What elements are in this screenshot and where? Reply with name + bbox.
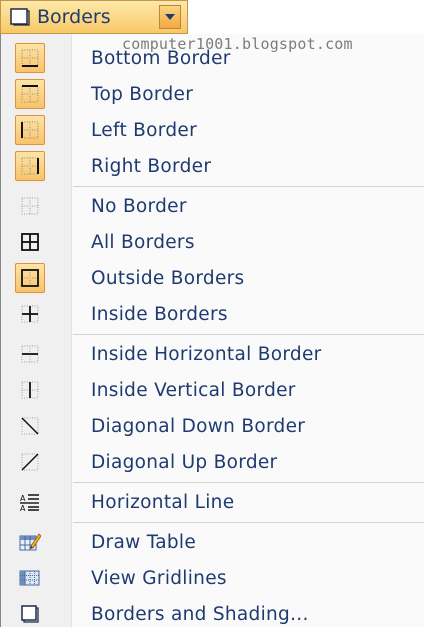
menu-item-diagonal-down-border[interactable]: Diagonal Down Border — [1, 408, 423, 444]
borders-button-label: Borders — [37, 6, 111, 28]
menu-item-label: Right Border — [91, 155, 212, 177]
horizontal-line-icon: A A — [15, 487, 45, 517]
menu-item-label: Diagonal Up Border — [91, 451, 278, 473]
menu-separator — [73, 334, 424, 335]
diagonal-down-border-icon — [15, 411, 45, 441]
menu-item-borders-and-shading[interactable]: Borders and Shading... — [1, 596, 423, 627]
inside-horizontal-border-icon — [15, 339, 45, 369]
inside-borders-icon — [15, 299, 45, 329]
top-border-icon — [15, 79, 45, 109]
menu-item-label: Inside Borders — [91, 303, 228, 325]
menu-separator — [73, 186, 424, 187]
menu-item-draw-table[interactable]: Draw Table — [1, 524, 423, 560]
borders-dropdown-arrow[interactable] — [159, 5, 181, 29]
svg-text:A: A — [20, 494, 26, 503]
menu-item-inside-horizontal-border[interactable]: Inside Horizontal Border — [1, 336, 423, 372]
borders-and-shading-icon — [15, 599, 45, 627]
menu-item-label: Inside Horizontal Border — [91, 343, 322, 365]
menu-item-left-border[interactable]: Left Border — [1, 112, 423, 148]
menu-item-label: View Gridlines — [91, 567, 227, 589]
menu-item-diagonal-up-border[interactable]: Diagonal Up Border — [1, 444, 423, 480]
menu-item-no-border[interactable]: No Border — [1, 188, 423, 224]
borders-menu-screen: Borders computer1001.blogspot.com Bottom… — [0, 0, 424, 627]
all-borders-icon — [15, 227, 45, 257]
menu-item-label: Diagonal Down Border — [91, 415, 306, 437]
borders-and-shading-icon — [9, 7, 31, 27]
menu-item-label: Borders and Shading... — [91, 603, 309, 625]
bottom-border-icon — [15, 43, 45, 73]
borders-split-button[interactable]: Borders — [0, 0, 188, 34]
menu-item-label: Inside Vertical Border — [91, 379, 296, 401]
no-border-icon — [15, 191, 45, 221]
left-border-icon — [15, 115, 45, 145]
menu-item-label: Bottom Border — [91, 47, 231, 69]
draw-table-icon — [15, 527, 45, 557]
right-border-icon — [15, 151, 45, 181]
menu-item-top-border[interactable]: Top Border — [1, 76, 423, 112]
menu-item-label: All Borders — [91, 231, 195, 253]
view-gridlines-icon — [15, 563, 45, 593]
menu-item-label: Left Border — [91, 119, 198, 141]
menu-item-outside-borders[interactable]: Outside Borders — [1, 260, 423, 296]
menu-separator — [73, 482, 424, 483]
menu-item-label: Top Border — [91, 83, 194, 105]
menu-item-label: Outside Borders — [91, 267, 245, 289]
outside-borders-icon — [15, 263, 45, 293]
menu-item-label: Horizontal Line — [91, 491, 235, 513]
menu-separator — [73, 522, 424, 523]
menu-item-all-borders[interactable]: All Borders — [1, 224, 423, 260]
menu-item-label: No Border — [91, 195, 187, 217]
svg-text:A: A — [20, 504, 26, 512]
diagonal-up-border-icon — [15, 447, 45, 477]
menu-item-horizontal-line[interactable]: A A Horizontal Line — [1, 484, 423, 520]
menu-item-view-gridlines[interactable]: View Gridlines — [1, 560, 423, 596]
chevron-down-icon — [165, 14, 175, 20]
inside-vertical-border-icon — [15, 375, 45, 405]
borders-dropdown-menu: computer1001.blogspot.com Bottom Border — [0, 34, 424, 627]
menu-item-right-border[interactable]: Right Border — [1, 148, 423, 184]
menu-item-inside-borders[interactable]: Inside Borders — [1, 296, 423, 332]
menu-item-inside-vertical-border[interactable]: Inside Vertical Border — [1, 372, 423, 408]
menu-item-label: Draw Table — [91, 531, 197, 553]
menu-item-bottom-border[interactable]: Bottom Border — [1, 40, 423, 76]
